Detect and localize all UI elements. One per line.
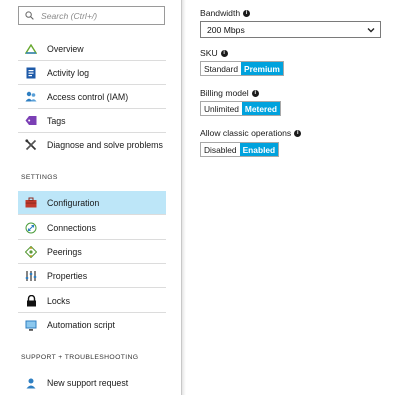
sidebar-item-label: Connections [47, 222, 96, 233]
properties-icon [25, 270, 37, 282]
info-icon[interactable]: i [294, 129, 302, 137]
lock-icon [25, 294, 37, 307]
billing-model-label-text: Billing model [200, 88, 249, 98]
support-request-icon [25, 377, 37, 389]
search-icon [25, 11, 34, 20]
diagnose-tools-icon [25, 139, 37, 151]
chevron-down-icon [367, 28, 375, 33]
sidebar-item-label: Configuration [47, 197, 100, 208]
sidebar-item-diagnose[interactable]: Diagnose and solve problems [18, 133, 166, 157]
tag-icon [25, 115, 37, 127]
billing-option-unlimited[interactable]: Unlimited [201, 102, 242, 115]
sidebar-item-label: Tags [47, 115, 66, 126]
sku-option-standard[interactable]: Standard [201, 62, 241, 75]
billing-option-metered[interactable]: Metered [241, 102, 281, 115]
sidebar-item-overview[interactable]: Overview [18, 37, 166, 61]
sidebar-item-peerings[interactable]: Peerings [18, 240, 166, 264]
sidebar-item-label: New support request [47, 378, 129, 388]
sidebar-item-label: Access control (IAM) [47, 91, 129, 102]
sidebar-item-activity-log[interactable]: Activity log [18, 61, 166, 85]
sidebar-item-connections[interactable]: Connections [18, 216, 166, 240]
sidebar-item-label: Activity log [47, 67, 90, 78]
sidebar-item-label: Properties [47, 270, 88, 281]
info-icon[interactable]: i [251, 89, 259, 97]
bandwidth-label: Bandwidth i [200, 8, 251, 18]
sku-label-text: SKU [200, 48, 218, 58]
classic-operations-label: Allow classic operations i [200, 128, 302, 138]
search-box[interactable]: Search (Ctrl+/) [18, 6, 165, 25]
sidebar: Search (Ctrl+/) Overview Activity log Ac… [0, 0, 182, 395]
sku-option-premium[interactable]: Premium [241, 62, 283, 75]
classic-operations-toggle[interactable]: Disabled Enabled [200, 142, 280, 157]
automation-script-icon [25, 319, 37, 331]
support-section-heading: SUPPORT + TROUBLESHOOTING [21, 354, 139, 361]
peerings-icon [25, 245, 37, 258]
sidebar-item-access-control[interactable]: Access control (IAM) [18, 85, 166, 109]
overview-icon [25, 43, 37, 55]
sidebar-item-label: Locks [47, 295, 70, 306]
classic-option-disabled[interactable]: Disabled [201, 143, 240, 156]
search-input[interactable]: Search (Ctrl+/) [41, 11, 97, 21]
sku-toggle[interactable]: Standard Premium [200, 61, 284, 76]
classic-operations-label-text: Allow classic operations [200, 128, 292, 138]
sidebar-item-properties[interactable]: Properties [18, 264, 166, 288]
sidebar-item-label: Overview [47, 43, 84, 54]
info-icon[interactable]: i [243, 9, 251, 17]
sidebar-item-label: Diagnose and solve problems [47, 140, 163, 150]
activity-log-icon [25, 67, 37, 79]
info-icon[interactable]: i [220, 49, 228, 57]
billing-model-toggle[interactable]: Unlimited Metered [200, 101, 282, 116]
bandwidth-dropdown[interactable]: 200 Mbps [200, 21, 381, 38]
settings-section-heading: SETTINGS [21, 174, 58, 181]
billing-model-label: Billing model i [200, 88, 259, 98]
sidebar-item-tags[interactable]: Tags [18, 109, 166, 133]
sidebar-item-label: Automation script [47, 320, 115, 330]
sidebar-item-new-support-request[interactable]: New support request [18, 371, 166, 395]
bandwidth-selected-value: 200 Mbps [207, 24, 245, 35]
sku-label: SKU i [200, 48, 228, 58]
sidebar-item-configuration[interactable]: Configuration [18, 191, 166, 215]
bandwidth-label-text: Bandwidth [200, 8, 241, 18]
sidebar-item-automation-script[interactable]: Automation script [18, 313, 166, 337]
access-control-icon [25, 91, 37, 103]
sidebar-divider [182, 0, 186, 395]
toolbox-icon [25, 197, 37, 209]
classic-option-enabled[interactable]: Enabled [239, 143, 279, 156]
sidebar-item-locks[interactable]: Locks [18, 289, 166, 313]
sidebar-item-label: Peerings [47, 246, 82, 257]
connections-icon [25, 222, 37, 234]
